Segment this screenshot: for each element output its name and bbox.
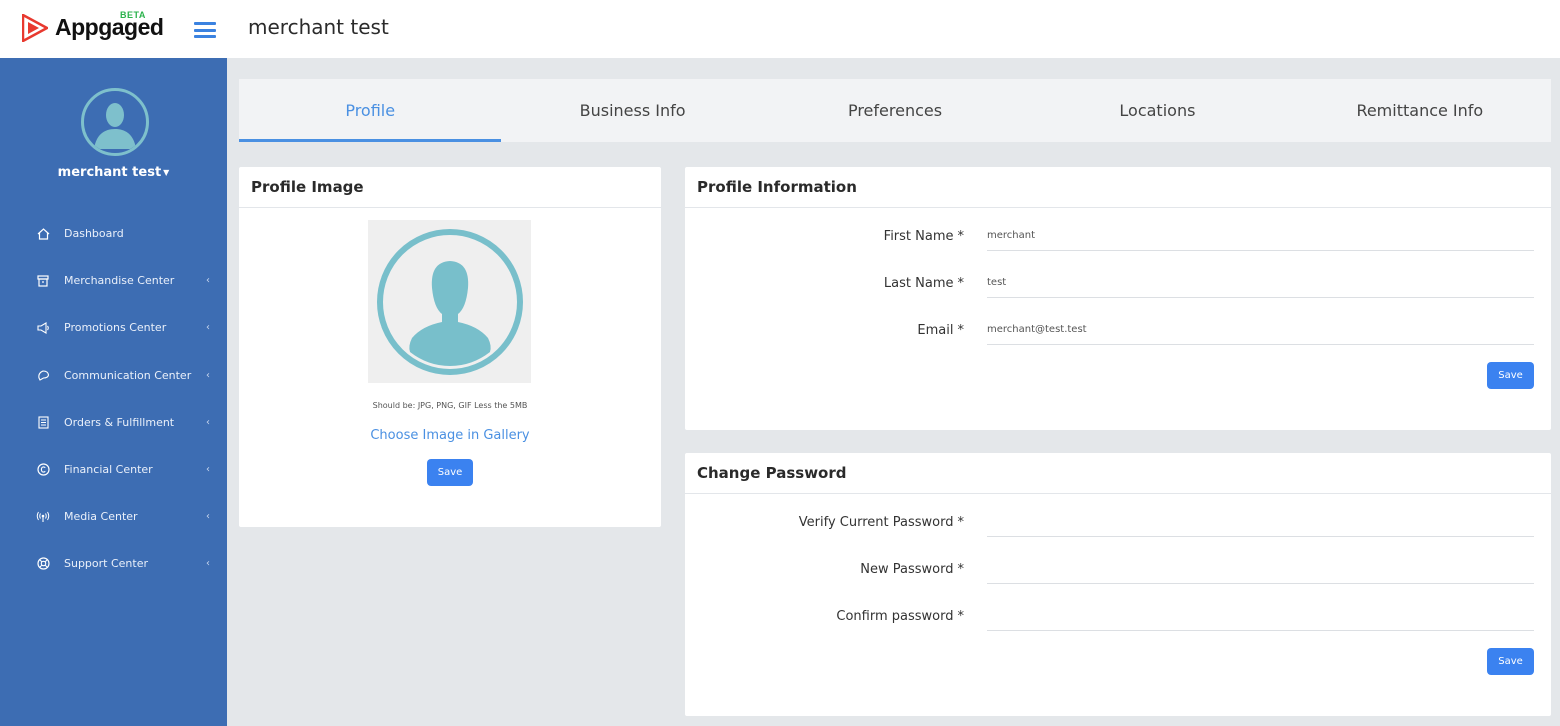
sidebar-nav: Dashboard Merchandise Center ‹ Promotion… <box>0 210 227 588</box>
choose-image-link[interactable]: Choose Image in Gallery <box>239 428 661 443</box>
tab-locations[interactable]: Locations <box>1026 79 1288 142</box>
caret-down-icon: ▼ <box>163 168 170 177</box>
sidebar-item-promotions-center[interactable]: Promotions Center ‹ <box>0 304 227 351</box>
last-name-row: Last Name * <box>685 267 1551 298</box>
email-field[interactable] <box>987 314 1534 345</box>
first-name-label: First Name * <box>883 229 964 244</box>
profile-image-preview[interactable] <box>368 220 531 383</box>
chevron-left-icon: ‹ <box>206 369 210 381</box>
current-password-label: Verify Current Password * <box>798 515 964 530</box>
user-avatar[interactable] <box>81 88 149 156</box>
last-name-label: Last Name * <box>883 276 964 291</box>
new-password-field[interactable] <box>987 553 1534 584</box>
current-password-field[interactable] <box>987 506 1534 537</box>
sidebar-item-merchandise-center[interactable]: Merchandise Center ‹ <box>0 257 227 304</box>
tab-profile[interactable]: Profile <box>239 79 502 142</box>
save-image-button[interactable]: Save <box>427 459 473 486</box>
logo-play-icon <box>22 14 48 42</box>
profile-tabs: Profile Business Info Preferences Locati… <box>239 79 1551 142</box>
new-password-row: New Password * <box>685 553 1551 584</box>
sidebar-item-label: Media Center <box>64 510 138 524</box>
megaphone-icon <box>36 321 50 335</box>
tab-business-info[interactable]: Business Info <box>501 79 763 142</box>
last-name-field[interactable] <box>987 267 1534 298</box>
user-name: merchant test <box>57 165 162 180</box>
save-profile-button[interactable]: Save <box>1487 362 1534 389</box>
sidebar-item-communication-center[interactable]: Communication Center ‹ <box>0 352 227 399</box>
first-name-row: First Name * <box>685 220 1551 251</box>
user-silhouette-icon <box>94 103 136 149</box>
confirm-password-field[interactable] <box>987 600 1534 631</box>
chevron-left-icon: ‹ <box>206 322 210 334</box>
sidebar-item-label: Dashboard <box>64 227 124 241</box>
store-icon <box>36 274 50 288</box>
document-icon <box>36 415 50 429</box>
profile-information-title: Profile Information <box>685 167 1551 208</box>
top-bar: Appgaged BETA merchant test <box>0 0 1560 58</box>
email-label: Email * <box>917 323 964 338</box>
current-password-row: Verify Current Password * <box>685 506 1551 537</box>
first-name-field[interactable] <box>987 220 1534 251</box>
sidebar-item-label: Support Center <box>64 557 149 571</box>
chat-icon <box>36 368 50 382</box>
chevron-left-icon: ‹ <box>206 416 210 428</box>
sidebar-item-label: Communication Center <box>64 368 192 382</box>
sidebar-item-label: Financial Center <box>64 463 153 477</box>
profile-image-title: Profile Image <box>239 167 661 208</box>
lifebuoy-icon <box>36 557 50 571</box>
image-format-hint: Should be: JPG, PNG, GIF Less the 5MB <box>372 401 528 410</box>
chevron-left-icon: ‹ <box>206 511 210 523</box>
change-password-title: Change Password <box>685 453 1551 494</box>
profile-information-card: Profile Information First Name* Last Nam… <box>685 167 1551 430</box>
new-password-label: New Password * <box>860 562 964 577</box>
chevron-left-icon: ‹ <box>206 464 210 476</box>
sidebar-item-support-center[interactable]: Support Center ‹ <box>0 540 227 587</box>
page-title: merchant test <box>248 15 389 39</box>
sidebar-item-label: Orders & Fulfillment <box>64 415 175 429</box>
sidebar-item-orders-fulfillment[interactable]: Orders & Fulfillment ‹ <box>0 399 227 446</box>
menu-toggle-icon[interactable] <box>194 22 216 38</box>
chevron-left-icon: ‹ <box>206 558 210 570</box>
change-password-card: Change Password Verify Current Password *… <box>685 453 1551 716</box>
app-logo[interactable]: Appgaged BETA <box>22 10 172 46</box>
home-icon <box>36 227 50 241</box>
sidebar-item-label: Promotions Center <box>64 321 167 335</box>
profile-image-card: Profile Image Should be: JPG, PNG, GIF L… <box>239 167 661 527</box>
user-silhouette-icon <box>376 228 523 375</box>
tab-remittance-info[interactable]: Remittance Info <box>1289 79 1551 142</box>
sidebar-item-financial-center[interactable]: Financial Center ‹ <box>0 446 227 493</box>
sidebar: merchant test ▼ Dashboard Merchandise Cen… <box>0 58 227 726</box>
logo-text: Appgaged <box>55 14 164 40</box>
logo-beta-badge: BETA <box>120 10 146 20</box>
confirm-password-row: Confirm password * <box>685 600 1551 631</box>
chevron-left-icon: ‹ <box>206 275 210 287</box>
email-row: Email * <box>685 314 1551 345</box>
save-password-button[interactable]: Save <box>1487 648 1534 675</box>
user-menu[interactable]: merchant test ▼ <box>0 165 227 180</box>
sidebar-item-media-center[interactable]: Media Center ‹ <box>0 493 227 540</box>
broadcast-icon <box>36 510 50 524</box>
sidebar-item-label: Merchandise Center <box>64 274 175 288</box>
copyright-icon <box>36 463 50 477</box>
sidebar-item-dashboard[interactable]: Dashboard <box>0 210 227 257</box>
tab-preferences[interactable]: Preferences <box>764 79 1026 142</box>
confirm-password-label: Confirm password * <box>836 609 964 624</box>
